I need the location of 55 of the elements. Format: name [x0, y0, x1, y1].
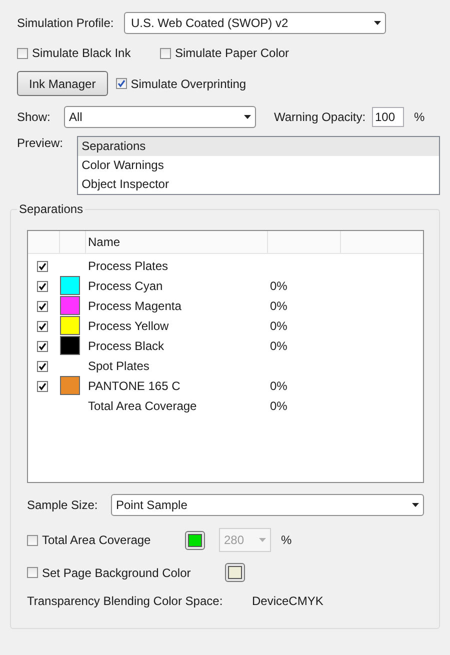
- checkbox[interactable]: [36, 260, 48, 272]
- unit-label: %: [281, 533, 292, 547]
- field-label: Transparency Blending Color Space:: [27, 594, 224, 608]
- table-cell-text: Process Black: [87, 339, 166, 353]
- sample-size-dropdown[interactable]: Point Sample: [111, 494, 424, 516]
- ink-manager-button[interactable]: Ink Manager: [17, 71, 108, 96]
- profile-dropdown[interactable]: U.S. Web Coated (SWOP) v2: [124, 12, 386, 34]
- caret-icon: [374, 21, 380, 25]
- show-dropdown[interactable]: All: [64, 106, 256, 128]
- field-label: Sample Size:: [27, 498, 99, 512]
- table-cell-text: 0%: [270, 339, 288, 353]
- caret-icon: [412, 503, 418, 507]
- table-cell-text: 0%: [270, 299, 288, 313]
- table-cell-text: Process Plates: [87, 259, 170, 273]
- color-button[interactable]: [185, 530, 205, 550]
- table-cell-text: Process Magenta: [87, 299, 182, 313]
- checkbox-label: Simulate Black Ink: [32, 46, 131, 60]
- field-value: DeviceCMYK: [252, 594, 324, 608]
- checkbox[interactable]: [36, 380, 48, 392]
- checkbox-label: Total Area Coverage: [42, 533, 151, 547]
- list-item[interactable]: Object Inspector: [78, 175, 439, 194]
- unit-label: %: [414, 110, 425, 124]
- checkbox-label: Simulate Overprinting: [130, 76, 246, 90]
- opacity-field[interactable]: 100: [372, 107, 404, 127]
- list-item[interactable]: Color Warnings: [78, 156, 439, 175]
- table-cell-text: 0%: [270, 279, 288, 293]
- caret-icon: [258, 538, 266, 542]
- group-title: Separations: [17, 202, 86, 216]
- checkbox[interactable]: [27, 567, 38, 578]
- checkbox[interactable]: [36, 340, 48, 352]
- field-label: Show:: [17, 110, 52, 124]
- checkbox-label: Simulate Paper Color: [175, 46, 290, 60]
- checkbox[interactable]: [36, 320, 48, 332]
- checkbox[interactable]: [36, 360, 48, 372]
- checkbox[interactable]: [17, 48, 28, 58]
- checkbox[interactable]: [116, 78, 127, 89]
- field-label: Simulation Profile:: [17, 16, 115, 30]
- checkbox[interactable]: [36, 300, 48, 312]
- table-cell-text: 0%: [270, 319, 288, 333]
- table-cell-text: PANTONE 165 C: [87, 379, 182, 393]
- table-cell-text: Process Cyan: [87, 279, 164, 293]
- table-cell-text: Total Area Coverage: [87, 399, 198, 413]
- checkbox-label: Set Page Background Color: [42, 566, 191, 580]
- table-cell-text: Process Yellow: [87, 319, 170, 333]
- checkbox[interactable]: [36, 280, 48, 292]
- list-item[interactable]: Separations: [78, 137, 439, 156]
- field-label: Preview:: [17, 136, 64, 150]
- caret-icon: [244, 115, 250, 119]
- coverage-dropdown: 280: [219, 528, 271, 552]
- table-cell-text: 0%: [270, 399, 288, 413]
- checkbox[interactable]: [160, 48, 171, 58]
- color-button[interactable]: [225, 563, 245, 582]
- table-cell-text: 0%: [270, 379, 288, 393]
- table-cell-text: Spot Plates: [87, 359, 150, 373]
- field-label: Warning Opacity:: [274, 110, 367, 124]
